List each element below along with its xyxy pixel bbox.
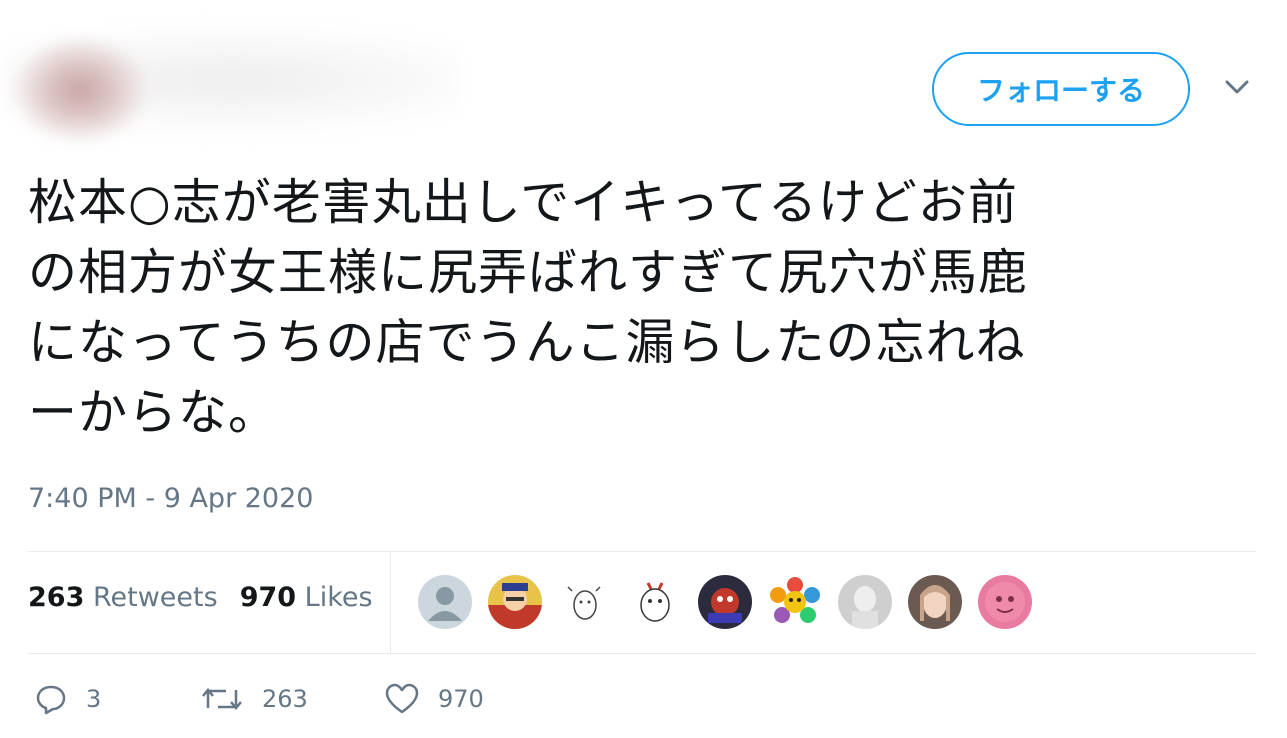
avatar[interactable] [838, 575, 892, 629]
avatar[interactable] [908, 575, 962, 629]
avatar[interactable] [418, 575, 472, 629]
tweet-line: の相方が女王様に尻弄ばれすぎて尻穴が馬鹿 [28, 244, 1029, 301]
tweet-actions: 3 263 970 [28, 676, 628, 726]
likes-label[interactable]: Likes [305, 582, 373, 613]
tweet-line: 松本○志が老害丸出しでイキってるけどお前 [28, 174, 1018, 231]
avatar[interactable] [558, 575, 612, 629]
reply-count: 3 [86, 685, 102, 713]
avatar[interactable] [628, 575, 682, 629]
avatar[interactable] [698, 575, 752, 629]
tweet-line: になってうちの店でうんこ漏らしたの忘れね [28, 314, 1026, 371]
like-count: 970 [438, 685, 484, 713]
tweet-text: 松本○志が老害丸出しでイキってるけどお前 の相方が女王様に尻弄ばれすぎて尻穴が馬… [28, 168, 1248, 448]
avatar[interactable] [768, 575, 822, 629]
like-button[interactable]: 970 [384, 676, 484, 722]
engagement-stats: 263 Retweets 970 Likes [28, 552, 1256, 653]
divider [28, 653, 1256, 654]
tweet-header: フォローする [0, 0, 1287, 160]
stats-separator [390, 552, 391, 653]
avatar[interactable] [488, 575, 542, 629]
retweet-button[interactable]: 263 [200, 676, 308, 722]
stats-text: 263 Retweets 970 Likes [28, 582, 373, 613]
chevron-down-icon[interactable] [1222, 76, 1252, 98]
retweets-label[interactable]: Retweets [93, 582, 218, 613]
reply-icon [36, 685, 66, 715]
avatar[interactable] [978, 575, 1032, 629]
author-blurred [0, 20, 460, 150]
retweet-count: 263 [262, 685, 308, 713]
follow-button[interactable]: フォローする [932, 52, 1190, 126]
retweet-icon [202, 688, 242, 710]
reply-button[interactable]: 3 [34, 676, 101, 722]
tweet-timestamp[interactable]: 7:40 PM - 9 Apr 2020 [28, 483, 313, 514]
tweet-line: ーからな。 [28, 384, 279, 441]
heart-icon [385, 683, 419, 714]
retweets-count[interactable]: 263 [28, 582, 84, 613]
likes-count[interactable]: 970 [240, 582, 296, 613]
